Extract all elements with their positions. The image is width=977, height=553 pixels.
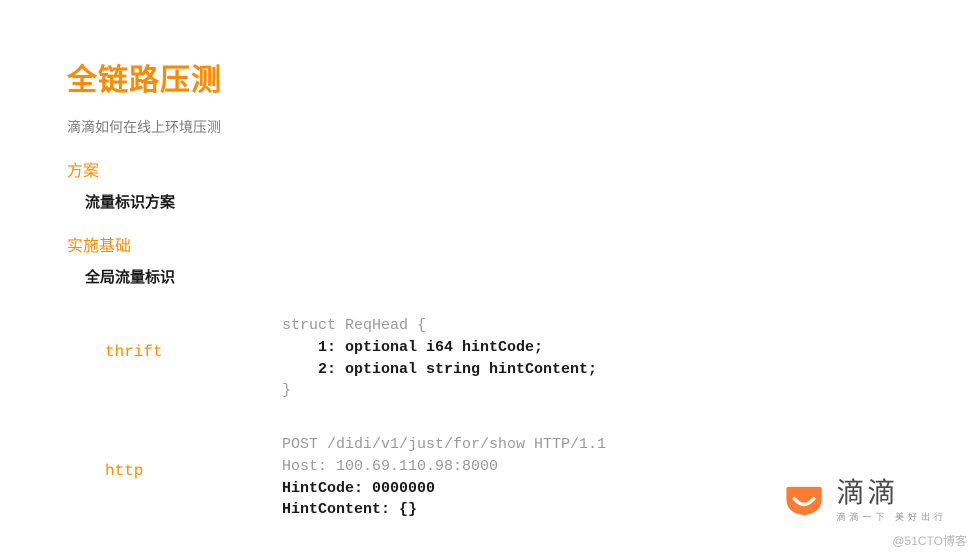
thrift-line-1: struct ReqHead {: [282, 317, 426, 334]
section-header-plan: 方案: [67, 157, 977, 181]
code-block-http: POST /didi/v1/just/for/show HTTP/1.1 Hos…: [207, 434, 606, 521]
thrift-line-4: }: [282, 382, 291, 399]
http-line-2: Host: 100.69.110.98:8000: [282, 458, 498, 475]
code-row-thrift: thrift struct ReqHead { 1: optional i64 …: [67, 315, 977, 402]
logo-sub-text: 滴滴一下 美好出行: [836, 510, 947, 523]
section-header-basis: 实施基础: [67, 232, 977, 256]
thrift-line-2: 1: optional i64 hintCode;: [282, 339, 543, 356]
section-item-plan: 流量标识方案: [85, 191, 977, 212]
page-title: 全链路压测: [67, 55, 977, 99]
http-line-3: HintCode: 0000000: [282, 480, 435, 497]
slide-container: 全链路压测 滴滴如何在线上环境压测 方案 流量标识方案 实施基础 全局流量标识 …: [0, 0, 977, 521]
logo-main-text: 滴滴: [836, 479, 947, 507]
code-label-http: http: [67, 434, 207, 480]
code-label-thrift: thrift: [67, 315, 207, 361]
logo-text-wrap: 滴滴 滴滴一下 美好出行: [836, 479, 947, 523]
watermark: @51CTO博客: [892, 532, 967, 549]
section-item-basis: 全局流量标识: [85, 266, 977, 287]
http-line-4: HintContent: {}: [282, 501, 417, 518]
brand-logo: 滴滴 滴滴一下 美好出行: [782, 479, 947, 523]
page-subtitle: 滴滴如何在线上环境压测: [67, 117, 977, 137]
didi-logo-icon: [782, 479, 826, 523]
code-block-thrift: struct ReqHead { 1: optional i64 hintCod…: [207, 315, 597, 402]
thrift-line-3: 2: optional string hintContent;: [282, 361, 597, 378]
http-line-1: POST /didi/v1/just/for/show HTTP/1.1: [282, 436, 606, 453]
